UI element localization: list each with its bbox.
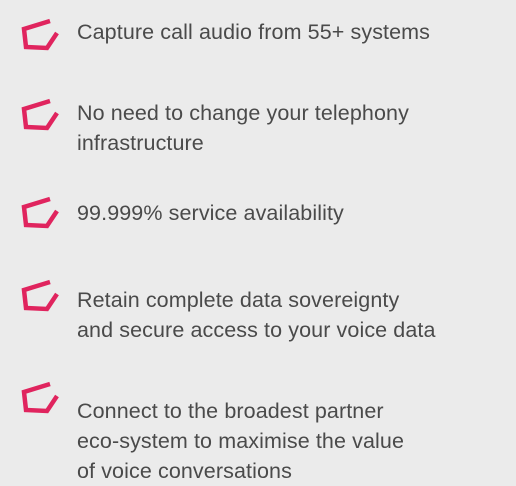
- feature-text: Capture call audio from 55+ systems: [77, 17, 513, 47]
- feature-text-line: Retain complete data sovereignty: [77, 288, 400, 312]
- feature-text-line: 99.999% service availability: [77, 201, 344, 225]
- feature-text-line: and secure access to your voice data: [77, 318, 436, 342]
- feature-text-line: Capture call audio from 55+ systems: [77, 20, 431, 44]
- feature-text: Retain complete data sovereignty and sec…: [77, 285, 513, 345]
- arrow-check-icon: [14, 378, 63, 417]
- feature-text-line: infrastructure: [77, 131, 204, 155]
- arrow-check-icon: [14, 193, 63, 232]
- arrow-check-icon: [14, 15, 63, 54]
- feature-list: Capture call audio from 55+ systems No n…: [0, 0, 516, 486]
- feature-text: Connect to the broadest partner eco-syst…: [77, 396, 513, 486]
- feature-text-line: eco-system to maximise the value: [77, 429, 405, 453]
- feature-text: No need to change your telephony infrast…: [77, 98, 513, 158]
- arrow-check-icon: [14, 276, 63, 315]
- feature-text-line: of voice conversations: [77, 459, 292, 483]
- feature-text-line: No need to change your telephony: [77, 101, 409, 125]
- feature-text-line: Connect to the broadest partner: [77, 399, 384, 423]
- feature-text: 99.999% service availability: [77, 198, 513, 228]
- arrow-check-icon: [14, 95, 63, 134]
